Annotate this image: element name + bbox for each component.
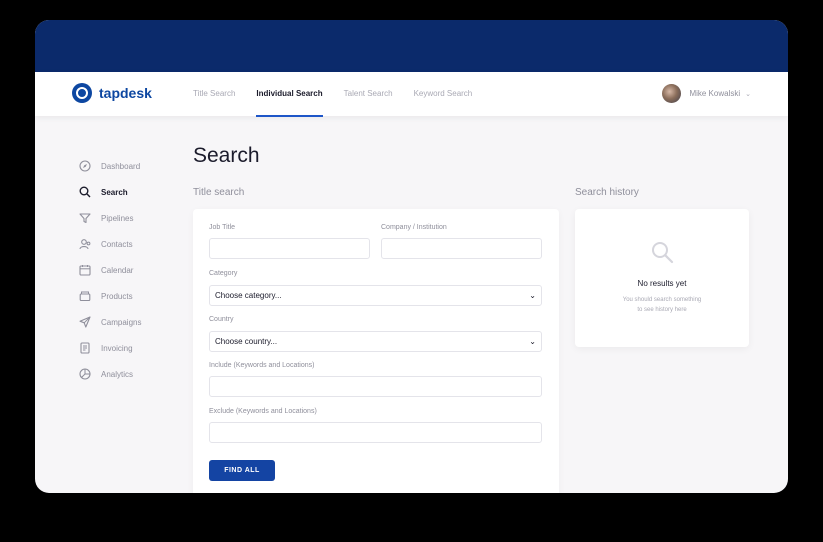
- page-title: Search: [193, 144, 260, 167]
- logo[interactable]: tapdesk: [72, 83, 152, 103]
- invoice-icon: [78, 342, 91, 355]
- app-window: tapdesk Title Search Individual Search T…: [35, 20, 788, 493]
- send-icon: [78, 316, 91, 329]
- top-navbar: tapdesk Title Search Individual Search T…: [35, 72, 788, 117]
- exclude-field[interactable]: [209, 422, 542, 443]
- sidebar-item-label: Analytics: [101, 369, 134, 379]
- sidebar-item-search[interactable]: Search: [78, 179, 141, 205]
- title-search-heading: Title search: [193, 187, 245, 198]
- company-label: Company / Institution: [381, 224, 447, 231]
- contacts-icon: [78, 238, 91, 251]
- logo-text: tapdesk: [99, 85, 152, 101]
- exclude-label: Exclude (Keywords and Locations): [209, 408, 317, 415]
- sidebar-item-label: Dashboard: [101, 161, 141, 171]
- category-label: Category: [209, 270, 238, 277]
- tab-keyword-search[interactable]: Keyword Search: [414, 72, 473, 116]
- history-empty-title: No results yet: [637, 279, 687, 288]
- top-banner: [35, 20, 788, 72]
- search-icon: [650, 240, 674, 269]
- job-title-field[interactable]: [209, 238, 370, 259]
- tab-talent-search[interactable]: Talent Search: [344, 72, 393, 116]
- company-field[interactable]: [381, 238, 542, 259]
- sidebar-item-label: Campaigns: [101, 317, 142, 327]
- include-field[interactable]: [209, 376, 542, 397]
- pie-chart-icon: [78, 368, 91, 381]
- sidebar: Dashboard Search Pipelines Contacts Cale…: [78, 153, 141, 387]
- user-name: Mike Kowalski: [689, 89, 741, 98]
- country-select[interactable]: Choose country... ⌄: [209, 331, 542, 352]
- history-empty-description: You should search something to see histo…: [605, 295, 719, 315]
- sidebar-item-campaigns[interactable]: Campaigns: [78, 309, 141, 335]
- sidebar-item-pipelines[interactable]: Pipelines: [78, 205, 141, 231]
- search-history-heading: Search history: [575, 187, 639, 198]
- category-select-value: Choose category...: [215, 291, 282, 300]
- chevron-down-icon: ⌄: [745, 90, 751, 98]
- sidebar-item-label: Invoicing: [101, 343, 133, 353]
- sidebar-item-contacts[interactable]: Contacts: [78, 231, 141, 257]
- country-label: Country: [209, 316, 234, 323]
- sidebar-item-dashboard[interactable]: Dashboard: [78, 153, 141, 179]
- sidebar-item-label: Products: [101, 291, 133, 301]
- tab-title-search[interactable]: Title Search: [193, 72, 235, 116]
- find-all-button[interactable]: FIND ALL: [209, 460, 275, 481]
- sidebar-item-label: Contacts: [101, 239, 133, 249]
- include-label: Include (Keywords and Locations): [209, 362, 315, 369]
- job-title-label: Job Title: [209, 224, 236, 231]
- sidebar-item-analytics[interactable]: Analytics: [78, 361, 141, 387]
- country-select-value: Choose country...: [215, 337, 278, 346]
- compass-icon: [78, 160, 91, 173]
- sidebar-item-label: Search: [101, 187, 128, 197]
- history-empty-line: to see history here: [637, 307, 687, 313]
- tab-individual-search[interactable]: Individual Search: [256, 72, 323, 117]
- nav-tabs: Title Search Individual Search Talent Se…: [193, 72, 493, 117]
- category-select[interactable]: Choose category... ⌄: [209, 285, 542, 306]
- calendar-icon: [78, 264, 91, 277]
- user-menu[interactable]: Mike Kowalski ⌄: [662, 84, 751, 103]
- chevron-down-icon: ⌄: [529, 291, 536, 300]
- sidebar-item-products[interactable]: Products: [78, 283, 141, 309]
- box-icon: [78, 290, 91, 303]
- history-empty-line: You should search something: [622, 297, 702, 303]
- chevron-down-icon: ⌄: [529, 337, 536, 346]
- funnel-icon: [78, 212, 91, 225]
- sidebar-item-calendar[interactable]: Calendar: [78, 257, 141, 283]
- sidebar-item-label: Pipelines: [101, 213, 134, 223]
- title-search-form: Job Title Company / Institution Category…: [193, 209, 559, 493]
- avatar: [662, 84, 682, 103]
- sidebar-item-label: Calendar: [101, 265, 134, 275]
- search-icon: [78, 186, 91, 199]
- sidebar-item-invoicing[interactable]: Invoicing: [78, 335, 141, 361]
- logo-icon: [72, 83, 92, 103]
- search-history-panel: No results yet You should search somethi…: [575, 209, 749, 347]
